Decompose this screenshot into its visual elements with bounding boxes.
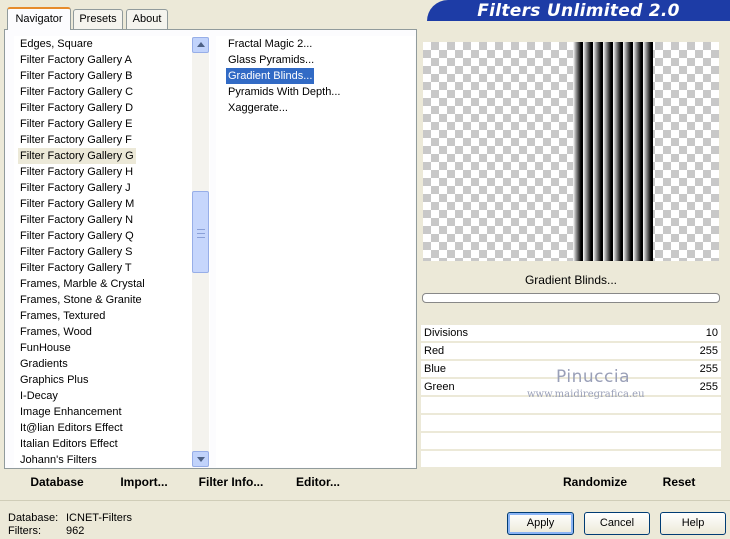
category-item[interactable]: Filter Factory Gallery A — [18, 52, 134, 68]
category-item[interactable]: Filter Factory Gallery E — [18, 116, 134, 132]
category-item[interactable]: Frames, Marble & Crystal — [18, 276, 147, 292]
category-item[interactable]: Filter Factory Gallery N — [18, 212, 135, 228]
param-value[interactable]: 255 — [700, 379, 718, 396]
filter-item[interactable]: Pyramids With Depth... — [226, 84, 342, 100]
editor-button[interactable]: Editor... — [288, 472, 348, 492]
category-item[interactable]: Filter Factory Gallery T — [18, 260, 134, 276]
reset-button[interactable]: Reset — [654, 472, 704, 492]
category-item[interactable]: Edges, Square — [18, 36, 95, 52]
category-item[interactable]: Graphics Plus — [18, 372, 90, 388]
category-item[interactable]: Image Enhancement — [18, 404, 124, 420]
cancel-button[interactable]: Cancel — [584, 512, 650, 535]
category-item[interactable]: Frames, Stone & Granite — [18, 292, 144, 308]
database-label: Database: — [8, 512, 59, 524]
category-item[interactable]: Filter Factory Gallery B — [18, 68, 134, 84]
category-item[interactable]: Filter Factory Gallery S — [18, 244, 134, 260]
category-item[interactable]: Filter Factory Gallery C — [18, 84, 135, 100]
preview-image — [423, 42, 719, 261]
category-scrollbar[interactable] — [192, 37, 209, 467]
category-item[interactable]: Filter Factory Gallery J — [18, 180, 133, 196]
category-item[interactable]: Frames, Textured — [18, 308, 107, 324]
param-row-empty — [421, 415, 721, 432]
param-row-empty — [421, 451, 721, 468]
param-row-divisions[interactable]: Divisions 10 — [421, 325, 721, 342]
grip-icon — [197, 229, 205, 238]
category-item[interactable]: Filter Factory Gallery D — [18, 100, 135, 116]
tab-about[interactable]: About — [126, 9, 168, 29]
category-item[interactable]: Filter Factory Gallery M — [18, 196, 136, 212]
param-value[interactable]: 255 — [700, 343, 718, 360]
param-label: Blue — [424, 363, 447, 375]
param-label: Green — [424, 381, 455, 393]
param-label: Divisions — [424, 327, 469, 339]
category-item[interactable]: Filter Factory Gallery F — [18, 132, 134, 148]
chevron-down-icon — [197, 457, 205, 462]
param-row-empty — [421, 433, 721, 450]
param-label: Red — [424, 345, 445, 357]
category-item[interactable]: Gradients — [18, 356, 70, 372]
category-item[interactable]: I-Decay — [18, 388, 60, 404]
randomize-button[interactable]: Randomize — [553, 472, 637, 492]
category-item[interactable]: Filter Factory Gallery G — [18, 148, 136, 164]
category-item[interactable]: Johann's Filters — [18, 452, 99, 468]
filter-item[interactable]: Glass Pyramids... — [226, 52, 316, 68]
chevron-up-icon — [197, 42, 205, 47]
filters-count: 962 — [66, 525, 85, 537]
param-value[interactable]: 10 — [706, 325, 718, 342]
filter-info-button[interactable]: Filter Info... — [193, 472, 269, 492]
category-item[interactable]: Frames, Wood — [18, 324, 94, 340]
category-item[interactable]: FunHouse — [18, 340, 73, 356]
category-item[interactable]: Filter Factory Gallery Q — [18, 228, 136, 244]
database-value: ICNET-Filters — [66, 512, 132, 524]
scroll-down-button[interactable] — [192, 451, 209, 467]
filter-item[interactable]: Xaggerate... — [226, 100, 290, 116]
category-item[interactable]: It@lian Editors Effect — [18, 420, 125, 436]
tab-navigator[interactable]: Navigator — [7, 7, 71, 30]
filters-label: Filters: — [8, 525, 41, 537]
param-value[interactable]: 255 — [700, 361, 718, 378]
category-item[interactable]: Italian Editors Effect — [18, 436, 120, 452]
preview-filter-name: Gradient Blinds... — [524, 273, 618, 287]
filter-item[interactable]: Gradient Blinds... — [226, 68, 315, 84]
apply-button[interactable]: Apply — [507, 512, 574, 535]
help-button[interactable]: Help — [660, 512, 726, 535]
database-button[interactable]: Database — [22, 472, 92, 492]
window-title: Filters Unlimited 2.0 — [477, 1, 680, 21]
watermark-name: Pinuccia — [556, 367, 630, 387]
tab-presets[interactable]: Presets — [73, 9, 123, 29]
filter-item[interactable]: Fractal Magic 2... — [226, 36, 314, 52]
divider — [0, 500, 730, 501]
gradient-blinds-preview — [573, 42, 653, 261]
scroll-thumb[interactable] — [192, 191, 209, 273]
param-row-red[interactable]: Red 255 — [421, 343, 721, 360]
progress-bar — [422, 293, 720, 303]
import-button[interactable]: Import... — [112, 472, 176, 492]
scroll-up-button[interactable] — [192, 37, 209, 53]
watermark-url: www.maidiregrafica.eu — [527, 389, 645, 400]
category-item[interactable]: Filter Factory Gallery H — [18, 164, 135, 180]
